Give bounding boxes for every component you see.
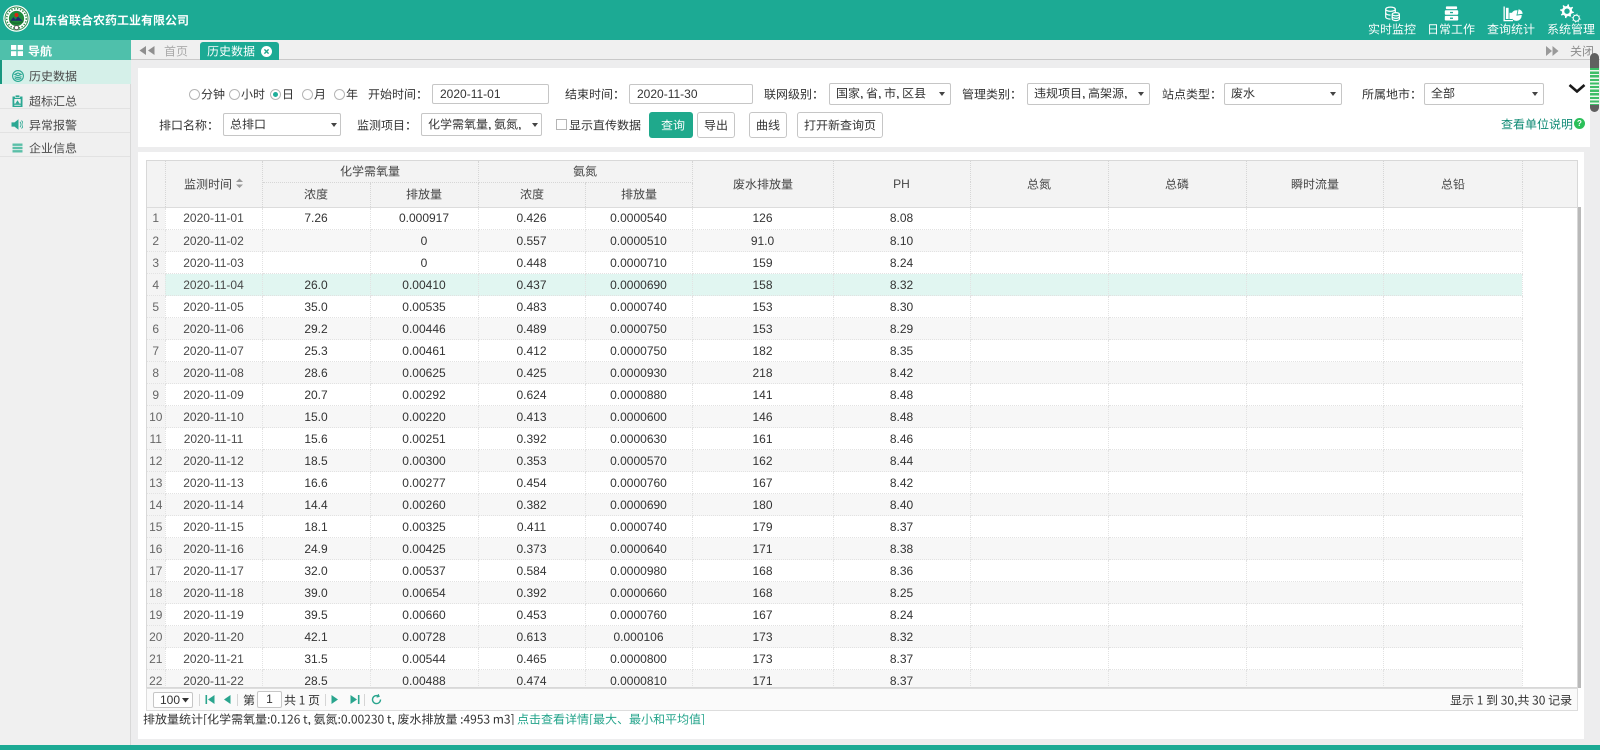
svg-text:?: ? <box>1577 119 1582 128</box>
